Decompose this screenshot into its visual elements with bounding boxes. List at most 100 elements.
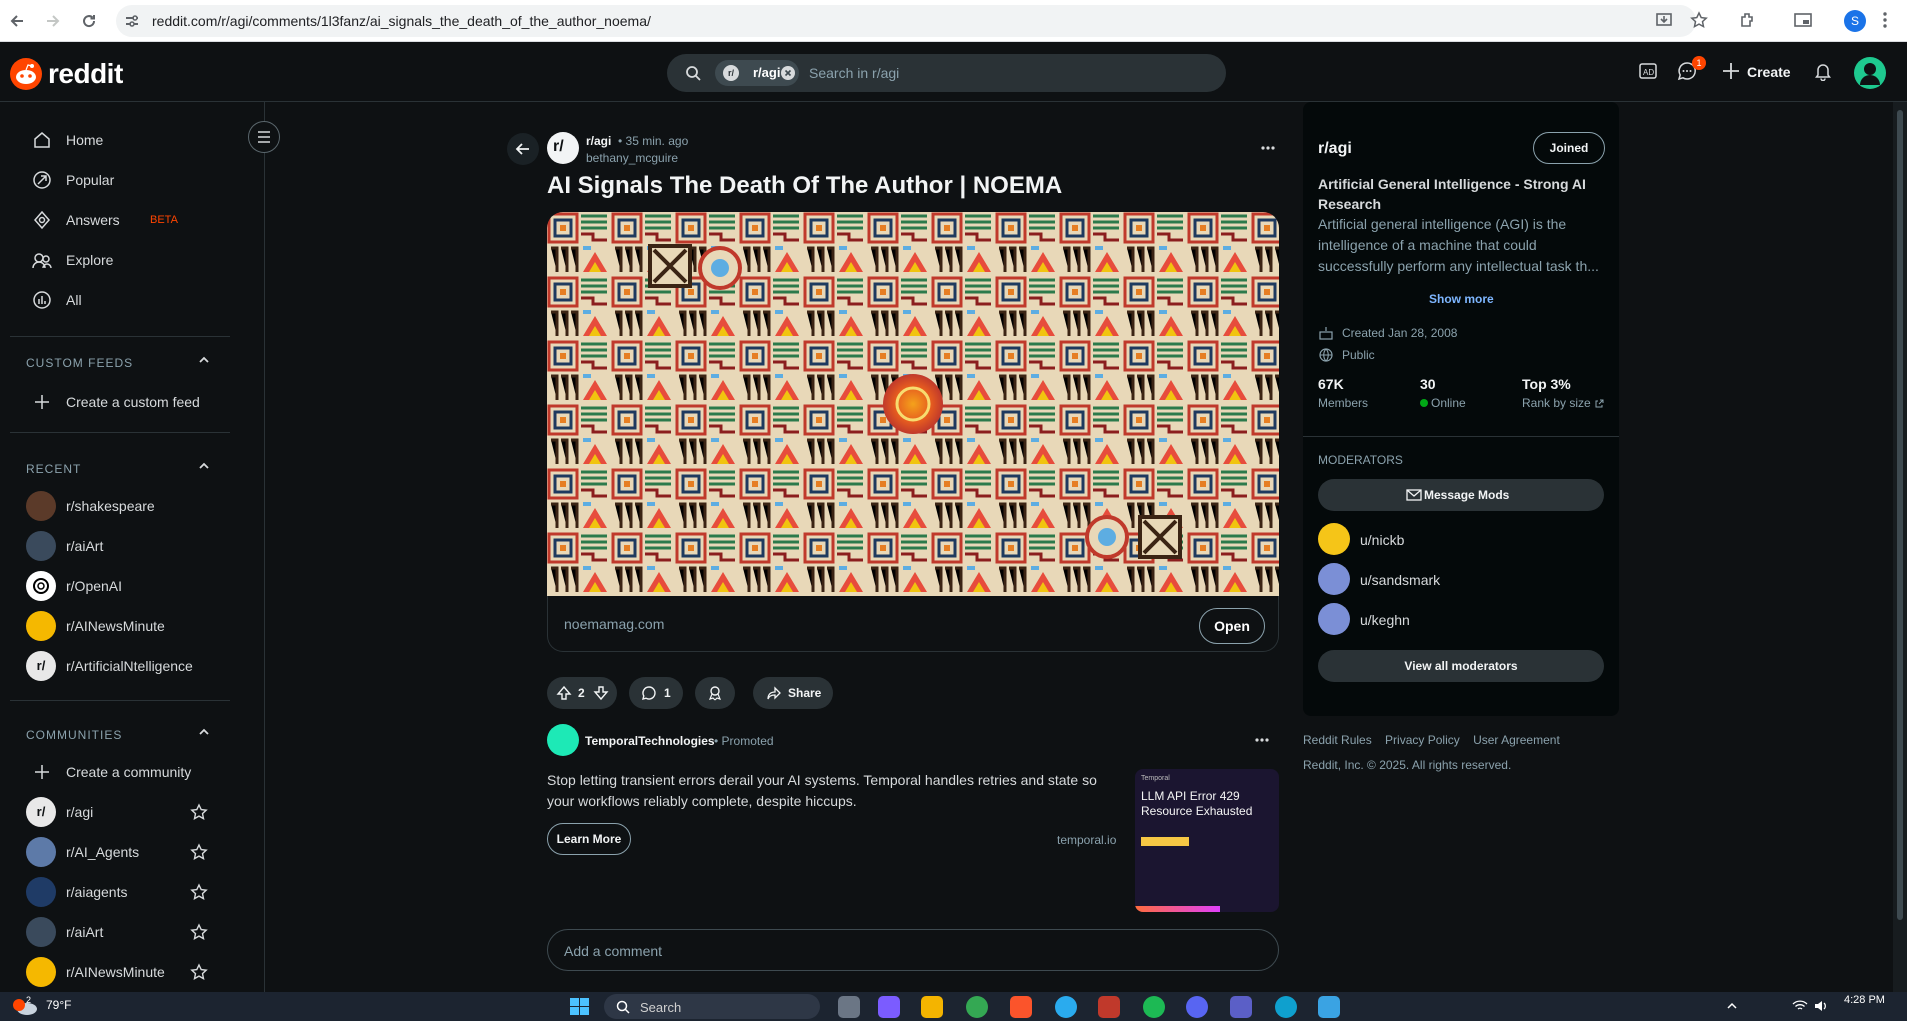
install-icon[interactable] [1655,11,1673,29]
moderator-item[interactable]: u/nickb [1318,523,1598,555]
create-plus-icon[interactable] [1721,61,1741,81]
create-custom-feed-button[interactable]: Create a custom feed [24,384,230,420]
taskbar-search[interactable]: Search [604,994,820,1019]
weather-temp[interactable]: 79°F [46,998,71,1012]
view-all-moderators-button[interactable]: View all moderators [1318,650,1604,682]
custom-feeds-heading[interactable]: CUSTOM FEEDS [26,356,133,370]
recent-item[interactable]: r/AINewsMinute [24,608,234,644]
favorite-star-icon[interactable] [190,963,208,981]
learn-more-button[interactable]: Learn More [547,823,631,855]
promoted-image[interactable]: Temporal LLM API Error 429 Resource Exha… [1135,769,1279,912]
comment-input[interactable]: Add a comment [547,929,1279,971]
edge-icon[interactable] [1275,996,1297,1018]
more-options-icon[interactable] [1254,732,1270,748]
post-image[interactable] [547,212,1279,596]
message-mods-button[interactable]: Message Mods [1318,479,1604,511]
recent-heading[interactable]: RECENT [26,462,81,476]
recent-item[interactable]: r/shakespeare [24,488,234,524]
share-button[interactable]: Share [753,677,833,709]
weather-icon[interactable] [12,998,38,1016]
favorite-star-icon[interactable] [190,803,208,821]
clear-chip-icon[interactable] [781,66,795,80]
spotify-icon[interactable] [1143,996,1165,1018]
teams-icon[interactable] [1230,996,1252,1018]
page-scrollbar[interactable] [1893,102,1907,992]
link-domain[interactable]: noemamag.com [564,616,664,632]
chevron-up-icon[interactable] [198,354,210,366]
community-item[interactable]: r/ r/agi [24,794,234,830]
windows-start-icon[interactable] [570,998,590,1016]
comments-button[interactable]: 1 [629,677,683,709]
notifications-bell-icon[interactable] [1813,61,1833,81]
sidebar-item-all[interactable]: All [24,282,230,318]
tray-chevron-icon[interactable] [1726,1001,1738,1011]
footer-link[interactable]: Privacy Policy [1385,733,1460,747]
advertiser-avatar[interactable] [547,724,579,756]
chevron-up-icon[interactable] [198,726,210,738]
site-info-icon[interactable] [124,13,140,29]
sidebar-item-home[interactable]: Home [24,122,230,158]
recent-item[interactable]: r/aiArt [24,528,234,564]
footer-link[interactable]: Reddit Rules [1303,733,1372,747]
sidebar-item-explore[interactable]: Explore [24,242,230,278]
create-community-button[interactable]: Create a community [24,754,230,790]
menu-kebab-icon[interactable] [1882,11,1888,29]
advertiser-name[interactable]: TemporalTechnologies [585,734,715,748]
advertise-icon[interactable]: AD [1638,61,1658,81]
clock[interactable]: 4:28 PM [1844,994,1885,1006]
open-link-button[interactable]: Open [1199,608,1265,644]
bookmark-star-icon[interactable] [1690,11,1708,29]
wifi-icon[interactable] [1792,1000,1808,1012]
telegram-icon[interactable] [1055,996,1077,1018]
back-icon[interactable] [8,12,26,30]
upvote-icon[interactable] [556,685,572,701]
search-bar[interactable]: r/ r/agi Search in r/agi [667,54,1226,92]
community-item[interactable]: r/aiArt [24,914,234,950]
notes-icon[interactable] [1318,996,1340,1018]
footer-link[interactable]: User Agreement [1473,733,1560,747]
recent-item[interactable]: r/OpenAI [24,568,234,604]
moderator-item[interactable]: u/keghn [1318,603,1598,635]
community-name[interactable]: r/agi [1318,140,1352,158]
user-avatar[interactable] [1854,57,1886,89]
search-input[interactable]: Search in r/agi [809,65,899,81]
promoted-text[interactable]: Stop letting transient errors derail you… [547,770,1107,812]
favorite-star-icon[interactable] [190,883,208,901]
task-view-icon[interactable] [838,996,860,1018]
show-more-button[interactable]: Show more [1429,292,1494,306]
forward-icon[interactable] [44,12,62,30]
recent-item[interactable]: r/ r/ArtificialNtelligence [24,648,234,684]
community-item[interactable]: r/AI_Agents [24,834,234,870]
file-explorer-icon[interactable] [921,996,943,1018]
favorite-star-icon[interactable] [190,843,208,861]
sidebar-collapse-button[interactable] [248,121,280,153]
media-icon[interactable] [1793,11,1813,29]
favorite-star-icon[interactable] [190,923,208,941]
create-button[interactable]: Create [1747,64,1791,80]
extensions-icon[interactable] [1739,11,1757,29]
award-button[interactable] [695,677,735,709]
more-options-icon[interactable] [1260,140,1276,156]
communities-heading[interactable]: COMMUNITIES [26,728,122,742]
chevron-up-icon[interactable] [198,460,210,472]
promoted-domain[interactable]: temporal.io [1057,833,1116,847]
app-icon[interactable] [1098,996,1120,1018]
subreddit-avatar[interactable]: r/ [547,132,579,164]
moderator-item[interactable]: u/sandsmark [1318,563,1598,595]
post-author-link[interactable]: bethany_mcguire [586,151,678,165]
sidebar-item-popular[interactable]: Popular [24,162,230,198]
post-subreddit-link[interactable]: r/agi [586,134,611,148]
copilot-icon[interactable] [878,996,900,1018]
brave-icon[interactable] [1010,996,1032,1018]
chrome-icon[interactable] [966,996,988,1018]
scrollbar-thumb[interactable] [1897,110,1903,920]
reload-icon[interactable] [80,12,98,30]
search-scope-chip[interactable]: r/ r/agi [715,60,799,86]
back-button[interactable] [507,133,539,165]
downvote-icon[interactable] [593,685,609,701]
profile-avatar[interactable]: S [1844,10,1866,32]
sidebar-item-answers[interactable]: Answers BETA [24,202,230,238]
joined-button[interactable]: Joined [1533,132,1605,164]
volume-icon[interactable] [1814,1000,1830,1012]
reddit-wordmark[interactable]: reddit [48,58,123,90]
